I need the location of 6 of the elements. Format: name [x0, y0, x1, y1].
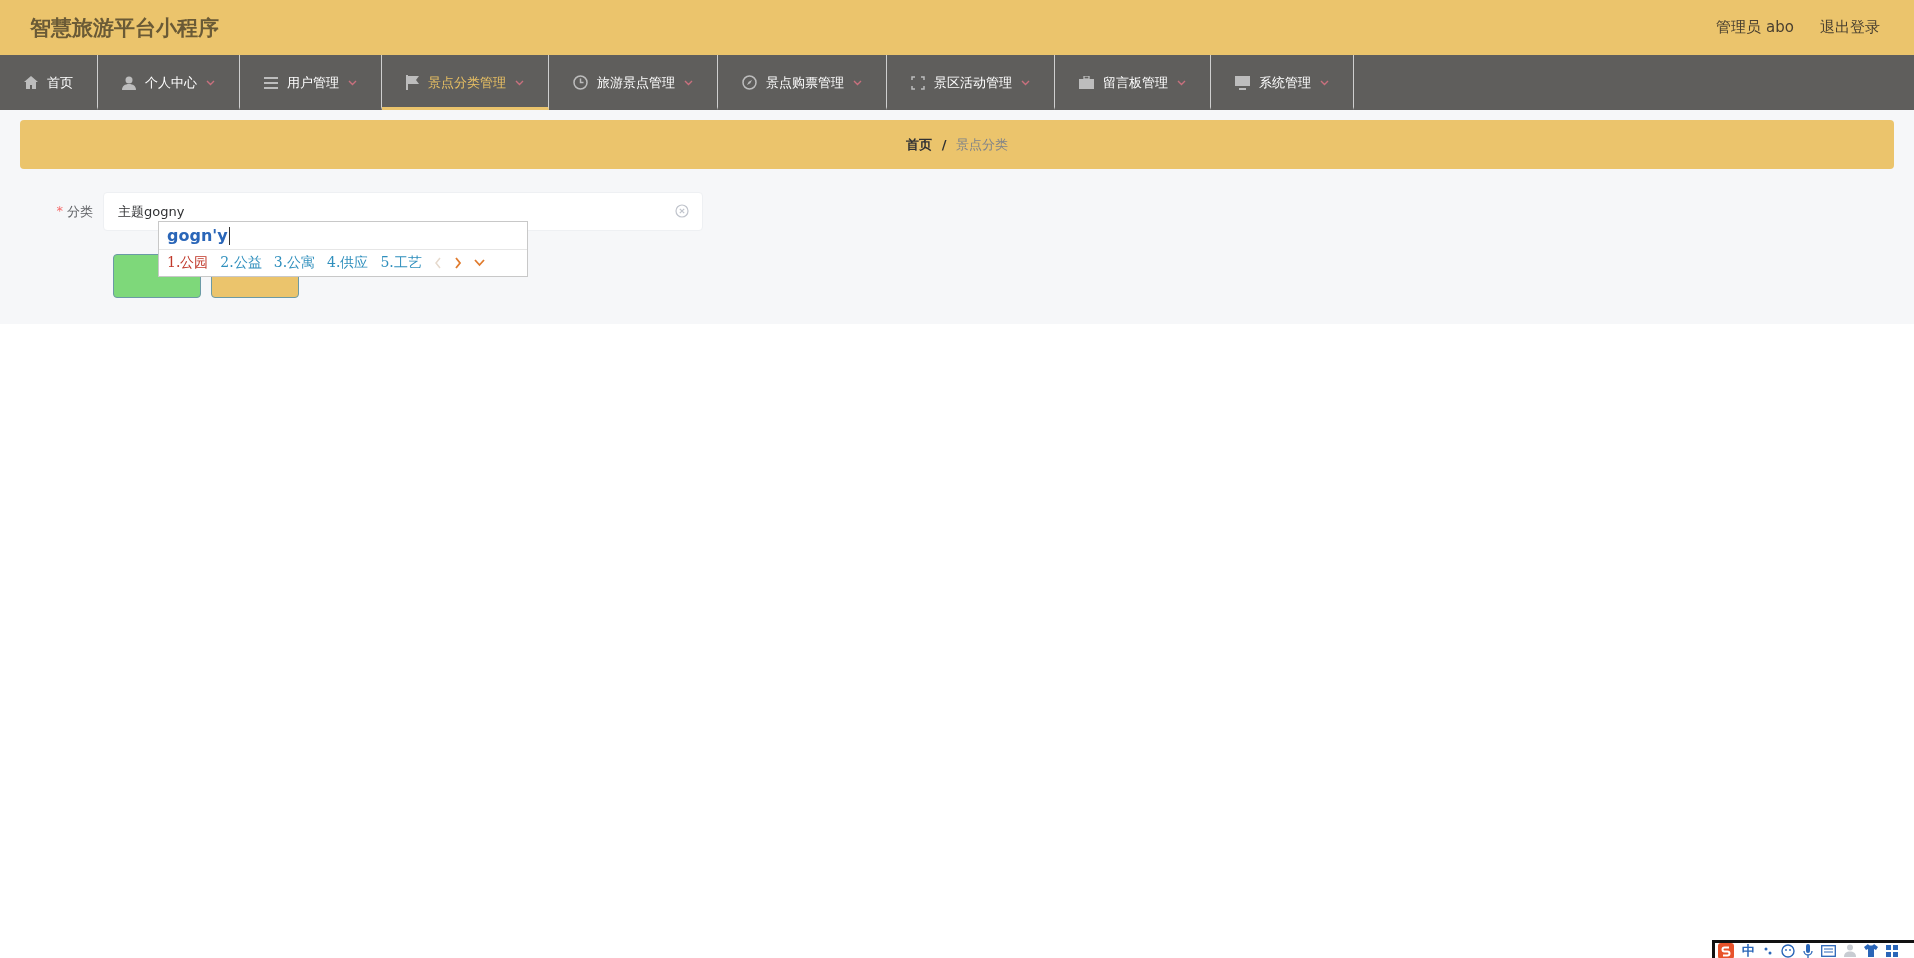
field-label: 分类 — [67, 202, 93, 221]
breadcrumb-item: 景点分类 — [956, 135, 1009, 154]
app-title: 智慧旅游平台小程序 — [30, 14, 219, 42]
required-mark: * — [56, 202, 63, 220]
breadcrumb-separator: / — [941, 137, 947, 152]
admin-name: 管理员 abo — [1716, 18, 1794, 37]
